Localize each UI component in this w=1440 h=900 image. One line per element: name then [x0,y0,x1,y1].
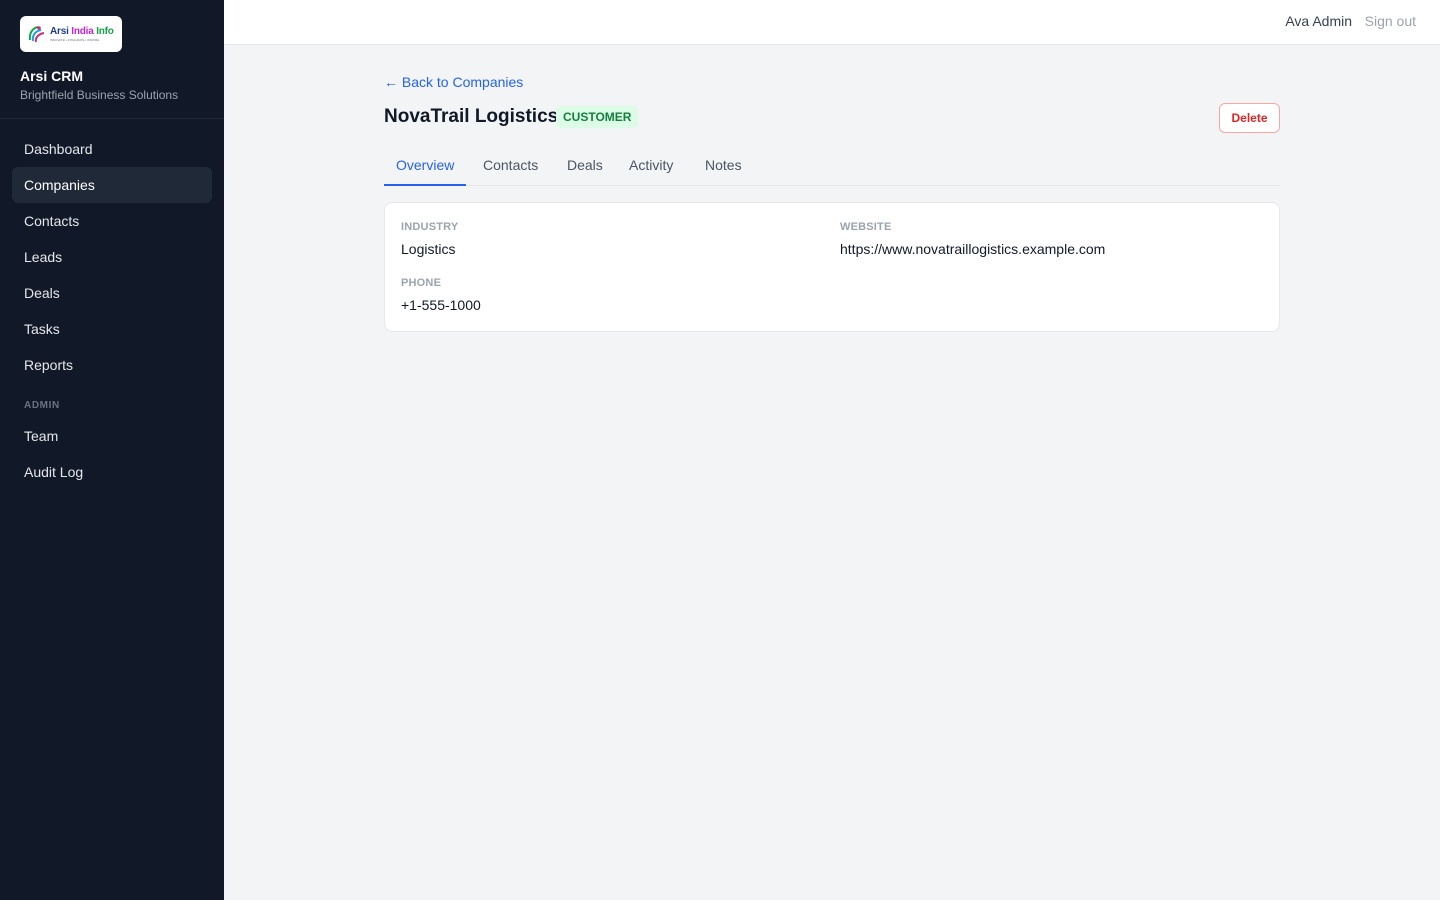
sidebar-item-contacts[interactable]: Contacts [12,203,212,239]
brand-area: Arsi India Info INNOVATE • INTEGRATE • I… [0,0,224,119]
logo-swirl-icon [28,26,45,43]
page-title: NovaTrail Logistics [384,106,559,127]
overview-card: INDUSTRY Logistics WEBSITE https://www.n… [384,202,1280,332]
tab-activity[interactable]: Activity [617,145,685,186]
website-label: WEBSITE [840,221,892,233]
company-logo[interactable]: Arsi India Info INNOVATE • INTEGRATE • I… [20,16,122,52]
logo-tagline: INNOVATE • INTEGRATE • INSPIRE [50,37,100,42]
sidebar-item-reports[interactable]: Reports [12,347,212,383]
org-name: Brightfield Business Solutions [20,88,179,102]
sidebar-item-audit-log[interactable]: Audit Log [12,454,212,490]
industry-value: Logistics [401,241,456,257]
sidebar-item-team[interactable]: Team [12,418,212,454]
sidebar-item-companies[interactable]: Companies [12,167,212,203]
current-user-name: Ava Admin [1285,13,1352,29]
logo-word-india: India [71,25,94,37]
sidebar-item-deals[interactable]: Deals [12,275,212,311]
phone-value: +1-555-1000 [401,297,481,313]
tab-overview[interactable]: Overview [384,145,467,186]
industry-label: INDUSTRY [401,221,459,233]
website-value: https://www.novatraillogistics.example.c… [840,241,1106,257]
tab-contacts[interactable]: Contacts [471,145,550,186]
sidebar-item-tasks[interactable]: Tasks [12,311,212,347]
logo-word-arsi: Arsi [50,25,69,37]
logo-wordmark: Arsi India Info INNOVATE • INTEGRATE • I… [50,25,114,42]
sidebar-item-leads[interactable]: Leads [12,239,212,275]
tab-notes[interactable]: Notes [693,145,754,186]
status-badge: CUSTOMER [556,106,639,128]
sidebar-item-dashboard[interactable]: Dashboard [12,131,212,167]
phone-label: PHONE [401,277,442,289]
sidebar-nav: Dashboard Companies Contacts Leads Deals… [0,119,224,502]
tab-deals[interactable]: Deals [555,145,615,186]
app-name: Arsi CRM [20,68,84,84]
back-to-companies-link[interactable]: ← Back to Companies [384,74,523,90]
sign-out-link[interactable]: Sign out [1365,13,1416,29]
logo-word-info: Info [96,25,114,37]
tab-bar: Overview Contacts Deals Activity Notes [384,145,1280,186]
sidebar-section-admin: ADMIN [24,400,60,411]
page-header: NovaTrail Logistics CUSTOMER Delete [384,103,1280,133]
delete-button[interactable]: Delete [1219,103,1280,133]
top-bar: Ava Admin Sign out [224,0,1440,45]
sidebar: Arsi India Info INNOVATE • INTEGRATE • I… [0,0,224,900]
